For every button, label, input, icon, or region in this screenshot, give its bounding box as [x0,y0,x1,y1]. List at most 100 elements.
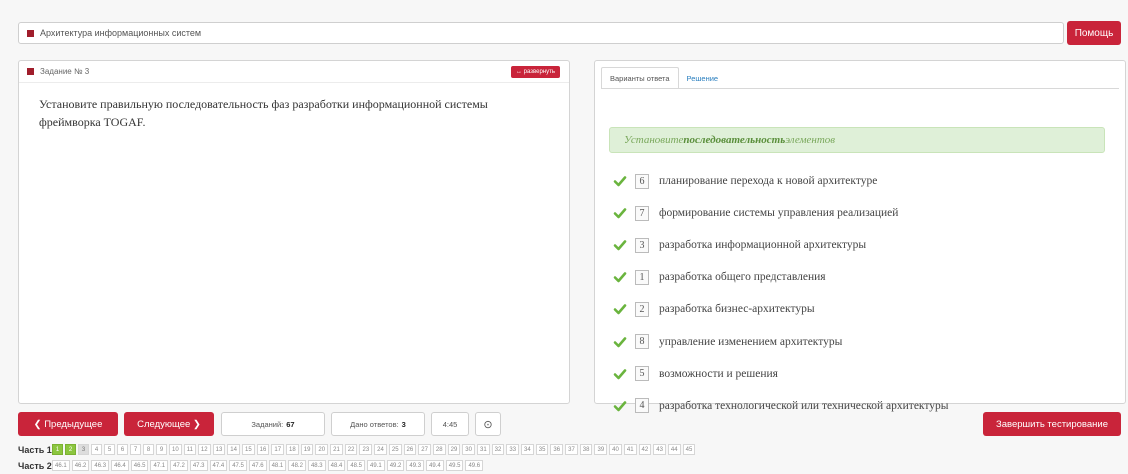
question-nav-cell[interactable]: 30 [462,444,475,455]
question-nav-cell[interactable]: 38 [579,444,593,455]
question-nav-cell[interactable]: 21 [330,444,343,455]
question-nav-cell[interactable]: 6 [117,444,128,455]
question-nav-cell[interactable]: 49.3 [406,460,425,471]
question-nav-cell[interactable]: 20 [315,444,329,455]
question-nav-cell[interactable]: 48.1 [268,460,287,471]
question-nav-cell[interactable]: 16 [256,444,270,455]
question-nav-cell[interactable]: 15 [241,444,255,455]
question-nav-cell[interactable]: 8 [143,444,154,455]
question-nav-cell[interactable]: 14 [227,444,240,455]
question-nav-cell[interactable]: 7 [130,444,141,455]
question-nav-cell[interactable]: 17 [271,444,285,455]
question-nav-cell[interactable]: 25 [388,444,402,455]
question-nav-cell[interactable]: 22 [344,444,358,455]
sequence-item[interactable]: 4 разработка технологической или техничес… [613,390,948,422]
checkmark-icon [613,368,627,379]
question-nav-cell[interactable]: 29 [447,444,461,455]
checkmark-icon [613,272,627,283]
item-text: разработка информационной архитектуры [659,239,867,252]
question-nav-cell[interactable]: 18 [286,444,299,455]
task-header: Задание № 3 [19,61,569,83]
tab-answer-options[interactable]: Варианты ответа [601,67,679,89]
next-button[interactable]: Следующее ❯ [124,412,214,436]
question-nav-cell[interactable]: 3 [78,444,89,455]
question-nav-cell[interactable]: 47.2 [170,460,188,471]
question-nav-cell[interactable]: 23 [359,444,373,455]
question-nav-cell[interactable]: 47.4 [209,460,228,471]
finish-test-button[interactable]: Завершить тестирование [983,412,1121,436]
question-nav-cell[interactable]: 49.4 [426,460,444,471]
notice-bold: последовательность [683,134,786,146]
tab-solution[interactable]: Решение [679,67,727,89]
sequence-item[interactable]: 2 разработка бизнес-архитектуры [613,293,948,325]
checkmark-icon [613,304,627,315]
question-nav-cell[interactable]: 46.2 [71,460,90,471]
question-nav-cell[interactable]: 39 [594,444,608,455]
question-nav-cell[interactable]: 1 [52,444,63,455]
question-nav-cell[interactable]: 42 [638,444,652,455]
sequence-item[interactable]: 3 разработка информационной архитектуры [613,229,948,261]
sequence-item[interactable]: 5 возможности и решения [613,358,948,390]
question-nav-cell[interactable]: 24 [374,444,387,455]
order-number: 4 [635,398,649,414]
question-nav-cell[interactable]: 27 [418,444,431,455]
question-nav-cell[interactable]: 2 [65,444,76,455]
sequence-item[interactable]: 6 планирование перехода к новой архитекту… [613,165,948,197]
tab-divider [601,88,1119,89]
question-nav-cell[interactable]: 33 [506,444,520,455]
task-question: Установите правильную последовательность… [39,97,488,129]
previous-button[interactable]: ❮ Предыдущее [18,412,118,436]
question-nav-cell[interactable]: 9 [156,444,167,455]
question-nav-cell[interactable]: 43 [653,444,666,455]
question-nav-cell[interactable]: 11 [183,444,196,455]
question-nav-cell[interactable]: 47.5 [229,460,247,471]
expand-button[interactable]: ↔ развернуть [510,66,560,78]
question-nav-cell[interactable]: 34 [521,444,534,455]
question-nav-cell[interactable]: 48.3 [307,460,326,471]
question-nav-cell[interactable]: 40 [609,444,622,455]
question-nav-cell[interactable]: 37 [565,444,578,455]
question-nav-cell[interactable]: 12 [197,444,211,455]
question-nav-cell[interactable]: 46.5 [130,460,149,471]
item-text: разработка технологической или техническ… [659,399,949,412]
question-nav-cell[interactable]: 49.6 [465,460,484,471]
order-number: 7 [635,205,649,221]
question-nav-cell[interactable]: 28 [432,444,446,455]
question-nav-cell[interactable]: 32 [491,444,505,455]
part-2-cells: 46.1 46.2 46.3 46.4 46.5 47.1 47.2 47.3 47.4 47.5… [52,460,485,471]
question-nav-cell[interactable]: 49.5 [445,460,464,471]
question-nav-cell[interactable]: 10 [169,444,182,455]
question-nav-cell[interactable]: 5 [104,444,115,455]
question-nav-cell[interactable]: 47.1 [150,460,169,471]
sequence-item[interactable]: 1 разработка общего представления [613,261,948,293]
sequence-item[interactable]: 7 формирование системы управления реализа… [613,197,948,229]
question-nav-cell[interactable]: 36 [550,444,564,455]
question-nav-cell[interactable]: 19 [300,444,314,455]
question-nav-cell[interactable]: 48.4 [327,460,346,471]
tasks-count: 67 [286,419,295,429]
question-nav-cell[interactable]: 31 [476,444,490,455]
question-nav-cell[interactable]: 46.4 [111,460,129,471]
clock-icon[interactable]: ⊙ [475,412,501,436]
question-nav-cell[interactable]: 46.3 [91,460,110,471]
help-button[interactable]: Помощь [1067,21,1121,45]
question-nav-cell[interactable]: 46.1 [52,460,70,471]
question-nav-cell[interactable]: 35 [535,444,549,455]
order-number: 6 [635,173,649,189]
sequence-item[interactable]: 8 управление изменением архитектуры [613,325,948,357]
question-nav-cell[interactable]: 47.6 [248,460,267,471]
question-nav-cell[interactable]: 41 [623,444,637,455]
question-nav-cell[interactable]: 13 [212,444,226,455]
item-text: планирование перехода к новой архитектур… [659,175,878,188]
question-nav-cell[interactable]: 49.2 [386,460,405,471]
question-nav-cell[interactable]: 44 [667,444,681,455]
question-nav-cell[interactable]: 48.2 [288,460,306,471]
item-text: разработка бизнес-архитектуры [659,303,815,316]
question-nav-cell[interactable]: 49.1 [367,460,385,471]
question-nav-cell[interactable]: 45 [682,444,696,455]
question-nav-cell[interactable]: 47.3 [189,460,208,471]
question-nav-cell[interactable]: 4 [91,444,102,455]
question-nav-cell[interactable]: 48.5 [347,460,365,471]
answered-label: Дано ответов: [350,419,399,429]
question-nav-cell[interactable]: 26 [403,444,417,455]
